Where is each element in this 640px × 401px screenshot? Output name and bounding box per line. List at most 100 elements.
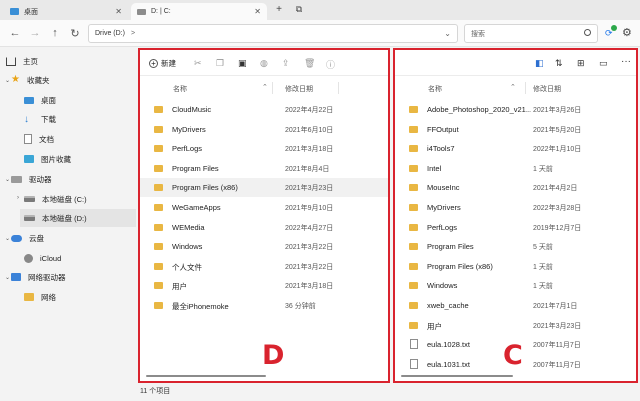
address-field[interactable]: Drive (D:) > ⌄ [88, 24, 458, 43]
close-tab-icon[interactable]: ✕ [115, 7, 122, 16]
sidebar-item-desktop[interactable]: 桌面 [24, 91, 136, 109]
list-item[interactable]: Program Files (x86) 2021年3月23日 [140, 178, 388, 198]
list-item[interactable]: WEMedia 2022年4月27日 [140, 218, 388, 237]
folder-icon [409, 204, 418, 211]
sort-icon[interactable]: ⌃ [262, 83, 268, 91]
sidebar-item-label: 收藏夹 [26, 75, 50, 85]
chevron-down-icon[interactable]: ⌄ [444, 29, 451, 38]
breadcrumb-chevron-icon[interactable]: > [131, 30, 135, 37]
column-divider[interactable] [525, 82, 526, 94]
sidebar-item-documents[interactable]: 文档 [24, 130, 136, 148]
chevron-right-icon[interactable]: › [17, 195, 19, 201]
sidebar-item-pictures[interactable]: 图片收藏 [24, 150, 136, 168]
list-item[interactable]: Program Files 2021年8月4日 [140, 159, 388, 178]
list-item[interactable]: FFOutput 2021年5月20日 [395, 120, 636, 139]
close-tab-icon[interactable]: ✕ [254, 7, 261, 16]
details-pane-icon[interactable]: ▭ [599, 58, 608, 69]
sidebar-item-cloud[interactable]: 云盘 [11, 229, 136, 247]
list-item[interactable]: i4Tools7 2022年1月10日 [395, 139, 636, 158]
info-icon[interactable]: ⓘ [326, 58, 335, 71]
star-icon: ★ [11, 74, 20, 85]
list-item[interactable]: MyDrivers 2022年3月28日 [395, 198, 636, 217]
sidebar-item-favorites[interactable]: ★ 收藏夹 [11, 71, 136, 89]
list-item[interactable]: Intel 1 天前 [395, 159, 636, 178]
view-icon[interactable]: ◧ [535, 58, 544, 69]
horizontal-scrollbar[interactable] [401, 375, 513, 377]
paste-icon[interactable]: ▣ [238, 58, 247, 69]
column-header: 名称 ⌃ 修改日期 [395, 80, 636, 96]
sidebar-item-label: 网络 [41, 292, 56, 302]
forward-icon[interactable]: → [28, 27, 42, 39]
new-tab-button[interactable]: + [272, 4, 286, 15]
sort-icon[interactable]: ⌃ [510, 83, 516, 91]
folder-icon [154, 145, 163, 153]
sidebar-item-label: 本地磁盘 (D:) [42, 213, 87, 223]
horizontal-scrollbar[interactable] [146, 375, 266, 377]
item-name: 用户 [427, 321, 442, 331]
tab-desktop[interactable]: 桌面 ✕ [4, 3, 128, 20]
list-item[interactable]: 用户 2021年3月23日 [395, 316, 636, 335]
list-item[interactable]: Windows 1 天前 [395, 276, 636, 295]
list-item[interactable]: Program Files (x86) 1 天前 [395, 257, 636, 276]
column-name-header[interactable]: 名称 [173, 84, 187, 94]
column-name-header[interactable]: 名称 [428, 84, 442, 94]
list-item[interactable]: Program Files 5 天前 [395, 237, 636, 256]
layout-icon[interactable]: ⊞ [577, 58, 585, 69]
tab-options-icon[interactable]: ⧉ [292, 4, 306, 15]
sidebar-item-home[interactable]: 主页 [6, 52, 136, 70]
gear-icon[interactable]: ⚙ [622, 26, 632, 39]
list-item[interactable]: 个人文件 2021年3月22日 [140, 257, 388, 276]
rename-icon[interactable]: ◍ [260, 58, 268, 69]
column-divider[interactable] [338, 82, 339, 94]
sidebar-item-label: 主页 [23, 56, 38, 66]
sort-icon[interactable]: ⇅ [555, 58, 563, 69]
list-item[interactable]: 用户 2021年3月18日 [140, 276, 388, 295]
sidebar-item-local-d[interactable]: 本地磁盘 (D:) [20, 209, 136, 227]
back-icon[interactable]: ← [8, 27, 22, 39]
list-item[interactable]: CloudMusic 2022年4月22日 [140, 100, 388, 119]
new-button[interactable]: + 新建 [149, 58, 176, 69]
list-item[interactable]: WeGameApps 2021年9月10日 [140, 198, 388, 217]
list-item[interactable]: PerfLogs 2019年12月7日 [395, 218, 636, 237]
tab-drives[interactable]: D: | C: ✕ [131, 3, 267, 20]
folder-icon [154, 223, 163, 231]
cut-icon[interactable]: ✂ [194, 58, 202, 69]
chevron-down-icon[interactable]: ⌄ [5, 274, 10, 281]
delete-icon[interactable]: 🗑 [304, 58, 315, 69]
sidebar-item-network-drives[interactable]: 网络驱动器 [11, 268, 136, 286]
item-date: 2021年5月20日 [533, 126, 582, 134]
item-name: Program Files (x86) [427, 261, 493, 271]
item-date: 1 天前 [533, 263, 553, 271]
item-date: 2021年8月4日 [285, 165, 330, 173]
sidebar-item-downloads[interactable]: ↓ 下载 [24, 110, 136, 128]
share-icon[interactable]: ⇪ [282, 58, 290, 69]
folder-icon [409, 243, 418, 251]
column-date-header[interactable]: 修改日期 [285, 84, 313, 94]
copy-icon[interactable]: ❐ [216, 58, 224, 69]
list-item[interactable]: Adobe_Photoshop_2020_v21... 2021年3月26日 [395, 100, 636, 119]
sidebar-item-icloud[interactable]: iCloud [24, 249, 136, 267]
sidebar-item-network[interactable]: 网络 [24, 288, 136, 306]
document-icon [24, 134, 32, 144]
command-bar: ◧ ⇅ ⊞ ▭ ··· [395, 50, 636, 76]
chevron-down-icon[interactable]: ⌄ [5, 235, 10, 242]
list-item[interactable]: 最全iPhonemoke 36 分钟前 [140, 296, 388, 315]
list-item[interactable]: MouseInc 2021年4月2日 [395, 178, 636, 197]
list-item[interactable]: MyDrivers 2021年6月10日 [140, 120, 388, 139]
column-date-header[interactable]: 修改日期 [533, 84, 561, 94]
more-options-icon[interactable]: ··· [621, 56, 631, 67]
search-input[interactable]: 搜索 [464, 24, 598, 43]
sidebar-item-drives[interactable]: 驱动器 [11, 170, 136, 188]
item-date: 2022年4月22日 [285, 107, 334, 114]
list-item[interactable]: xweb_cache 2021年7月1日 [395, 296, 636, 315]
list-item[interactable]: PerfLogs 2021年3月18日 [140, 139, 388, 158]
download-icon: ↓ [24, 113, 29, 125]
chevron-down-icon[interactable]: ⌄ [5, 176, 10, 183]
refresh-icon[interactable]: ↻ [68, 27, 82, 40]
list-item[interactable]: Windows 2021年3月22日 [140, 237, 388, 256]
up-icon[interactable]: ↑ [48, 27, 62, 39]
chevron-down-icon[interactable]: ⌄ [5, 77, 10, 84]
column-divider[interactable] [272, 82, 273, 94]
folder-icon [154, 262, 163, 270]
sidebar-item-local-c[interactable]: 本地磁盘 (C:) [24, 190, 136, 208]
